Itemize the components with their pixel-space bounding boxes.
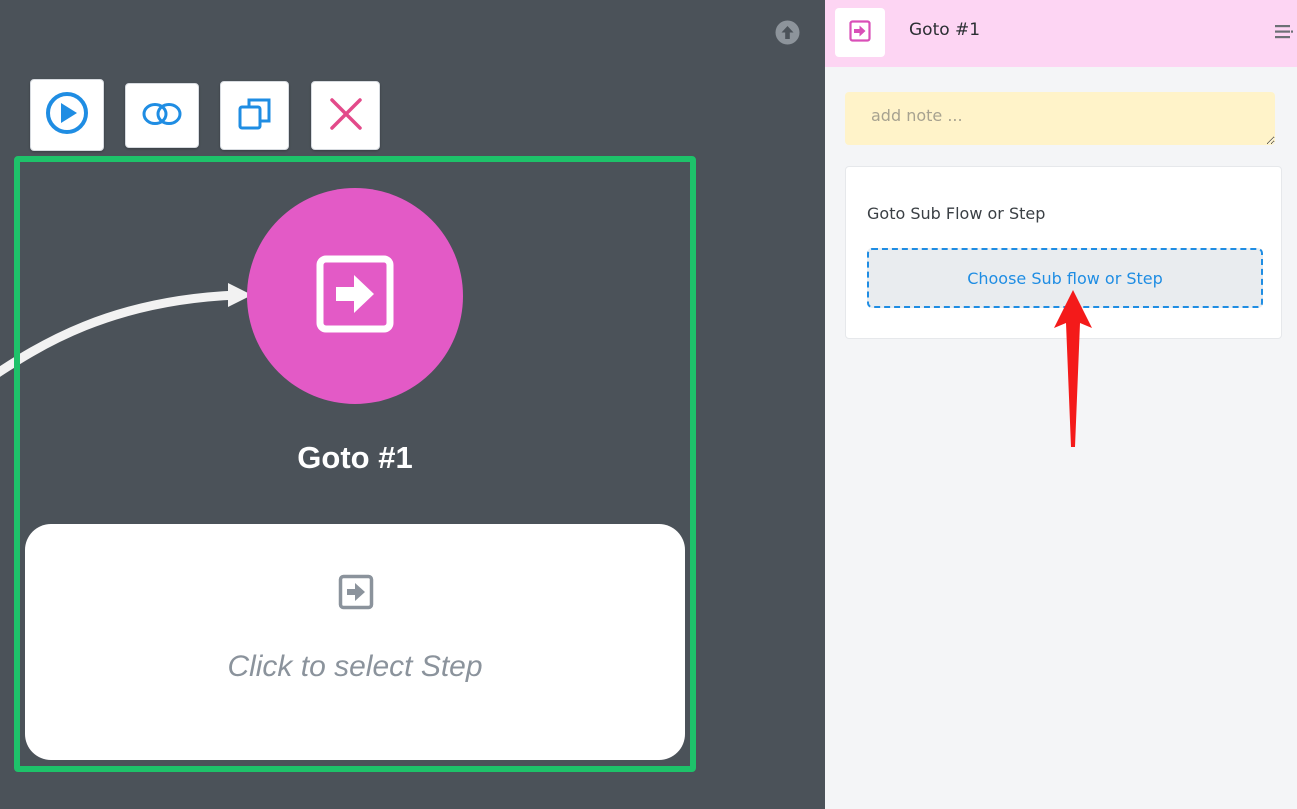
header-icon-box — [835, 8, 885, 57]
play-circle-icon — [45, 91, 89, 139]
link-button[interactable] — [125, 83, 199, 148]
node-title: Goto #1 — [297, 440, 413, 475]
select-step-text: Click to select Step — [227, 650, 483, 683]
goto-arrow-icon — [316, 255, 394, 337]
run-button[interactable] — [30, 79, 104, 151]
duplicate-icon — [237, 96, 273, 136]
goto-node[interactable] — [247, 188, 463, 404]
goto-section-label: Goto Sub Flow or Step — [867, 204, 1046, 223]
choose-subflow-label: Choose Sub flow or Step — [967, 268, 1163, 288]
close-icon — [329, 97, 363, 135]
duplicate-button[interactable] — [220, 81, 289, 150]
note-input[interactable] — [845, 92, 1275, 145]
menu-icon[interactable] — [1275, 24, 1293, 44]
goto-arrow-icon — [849, 19, 871, 46]
panel-title: Goto #1 — [909, 20, 981, 40]
annotation-arrow — [1054, 290, 1092, 447]
goto-arrow-icon — [338, 574, 374, 614]
panel-header: Goto #1 — [825, 0, 1297, 67]
link-icon — [141, 100, 183, 132]
select-step-card[interactable]: Click to select Step — [25, 524, 685, 760]
delete-button[interactable] — [311, 81, 380, 150]
upload-icon[interactable] — [775, 20, 800, 45]
flow-canvas[interactable]: Goto #1 Click to select Step — [0, 0, 825, 809]
